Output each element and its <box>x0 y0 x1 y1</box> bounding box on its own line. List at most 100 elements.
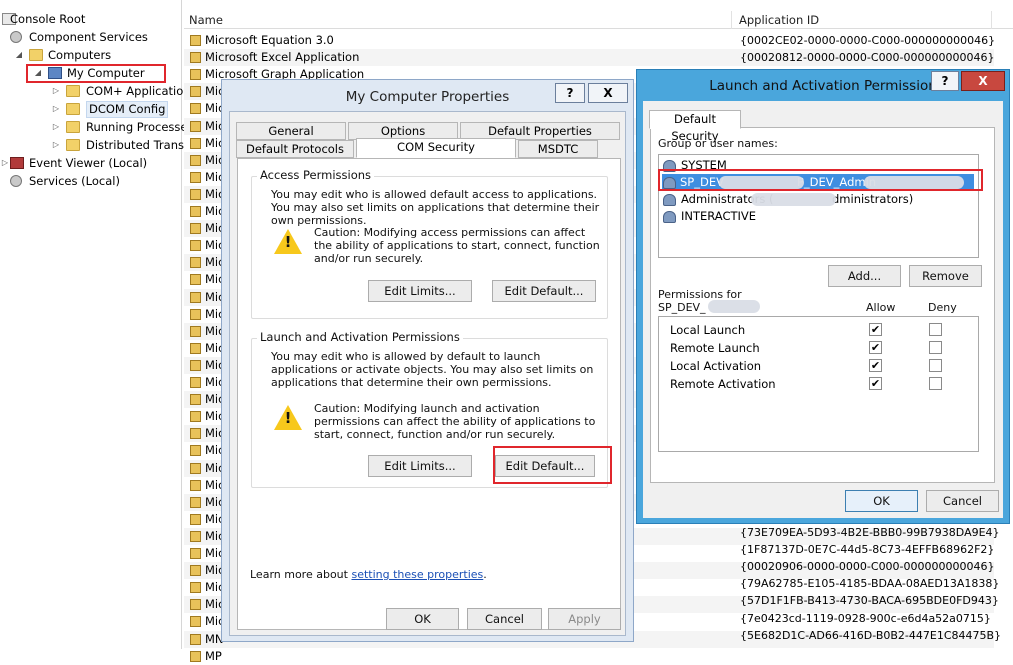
package-icon <box>190 479 201 491</box>
package-icon <box>190 171 201 183</box>
allow-checkbox[interactable]: ✔ <box>869 377 882 390</box>
deny-checkbox[interactable] <box>929 323 942 336</box>
tree-item-services[interactable]: Services (Local) <box>0 172 180 190</box>
tree-label: Component Services <box>29 30 148 44</box>
user-row-interactive[interactable]: INTERACTIVE <box>663 208 973 225</box>
list-item-appid: {1F87137D-0E7C-44d5-8C73-4EFFB68962F2} <box>740 543 995 557</box>
package-icon <box>190 308 201 320</box>
highlight-box <box>493 446 612 484</box>
list-item-appid: {0002CE02-0000-0000-C000-000000000046} <box>740 34 996 47</box>
tab-default-security[interactable]: Default Security <box>649 110 741 143</box>
deny-checkbox[interactable] <box>929 377 942 390</box>
tab-com-security[interactable]: COM Security <box>356 138 516 158</box>
launch-caution: Caution: Modifying launch and activation… <box>314 402 596 441</box>
tree-label: Running Processe <box>86 120 188 134</box>
expand-arrow-icon[interactable]: ▷ <box>0 154 10 172</box>
column-name-header[interactable]: Name <box>184 11 732 29</box>
package-icon <box>190 69 201 81</box>
tree-item-computers[interactable]: ◢ Computers <box>0 46 180 64</box>
deny-checkbox[interactable] <box>929 341 942 354</box>
users-icon <box>663 211 676 223</box>
remove-button[interactable]: Remove <box>909 265 982 287</box>
com-security-panel: Access Permissions You may edit who is a… <box>237 158 621 630</box>
list-header: Name Application ID <box>184 11 1013 29</box>
package-icon <box>190 530 201 542</box>
apply-button[interactable]: Apply <box>548 608 621 630</box>
list-item-appid: {79A62785-E105-4185-BDAA-08AED13A1838} <box>740 577 1000 591</box>
event-viewer-icon <box>10 157 24 169</box>
ok-button[interactable]: OK <box>386 608 459 630</box>
allow-header: Allow <box>866 301 896 314</box>
launch-edit-limits-button[interactable]: Edit Limits... <box>368 455 472 477</box>
close-button[interactable]: X <box>961 71 1005 91</box>
package-icon <box>190 257 201 269</box>
permissions-list: Local Launch ✔ Remote Launch ✔ Local Activat… <box>658 316 979 452</box>
expand-arrow-icon[interactable]: ▷ <box>51 118 61 136</box>
allow-checkbox[interactable]: ✔ <box>869 341 882 354</box>
cancel-button[interactable]: Cancel <box>926 490 999 512</box>
expand-arrow-icon[interactable]: ▷ <box>51 100 61 118</box>
tree-item-running-processes[interactable]: ▷ Running Processe <box>0 118 188 136</box>
close-button[interactable]: X <box>588 83 628 103</box>
dialog-body: General Options Default Properties Defau… <box>229 111 626 636</box>
package-icon <box>190 599 201 611</box>
package-icon <box>190 633 201 645</box>
deny-checkbox[interactable] <box>929 359 942 372</box>
list-item-appid: {00020812-0000-0000-C000-000000000046} <box>740 51 995 65</box>
expand-arrow-icon[interactable]: ▷ <box>51 82 61 100</box>
package-icon <box>190 325 201 337</box>
expand-arrow-icon[interactable]: ▷ <box>51 136 61 154</box>
gear-icon <box>10 31 22 43</box>
warning-mark: ! <box>284 233 292 251</box>
tree-item-event-viewer[interactable]: ▷ Event Viewer (Local) <box>0 154 180 172</box>
cancel-button[interactable]: Cancel <box>467 608 542 630</box>
list-item-appid: {00020906-0000-0000-C000-000000000046} <box>740 560 995 574</box>
column-appid-header[interactable]: Application ID <box>734 11 992 29</box>
tab-general[interactable]: General <box>236 122 346 140</box>
tree-label: Event Viewer (Local) <box>29 156 148 170</box>
help-button[interactable]: ? <box>931 71 959 91</box>
list-item-appid: {73E709EA-5D93-4B2E-BBB0-99B7938DA9E4} <box>740 526 1000 539</box>
redaction-blur <box>751 193 836 206</box>
package-icon <box>190 342 201 354</box>
tree-label: DCOM Config <box>86 101 169 118</box>
highlight-box <box>658 169 983 191</box>
access-edit-limits-button[interactable]: Edit Limits... <box>368 280 472 302</box>
access-edit-default-button[interactable]: Edit Default... <box>492 280 596 302</box>
learn-more-prefix: Learn more about <box>250 568 352 581</box>
list-item[interactable]: MP <box>184 648 994 665</box>
add-button[interactable]: Add... <box>828 265 901 287</box>
tree-item-dcom-config[interactable]: ▷ DCOM Config <box>0 100 180 118</box>
ok-button[interactable]: OK <box>845 490 918 512</box>
tree-label: Services (Local) <box>29 174 120 188</box>
access-description: You may edit who is allowed default acce… <box>271 188 600 227</box>
permission-name: Local Activation <box>670 359 762 373</box>
permission-name: Remote Launch <box>670 341 760 355</box>
package-icon <box>190 411 201 423</box>
allow-checkbox[interactable]: ✔ <box>869 323 882 336</box>
permission-row: Remote Launch ✔ <box>659 339 977 357</box>
help-button[interactable]: ? <box>555 83 585 103</box>
tree-item-distributed-transactions[interactable]: ▷ Distributed Trans <box>0 136 184 154</box>
list-item-appid: {5E682D1C-AD66-416D-B0B2-447E1C84475B} <box>740 628 1002 642</box>
my-computer-properties-dialog: My Computer Properties ? X General Optio… <box>221 79 634 642</box>
package-icon <box>190 35 201 46</box>
folder-icon <box>66 103 80 115</box>
collapse-arrow-icon[interactable]: ◢ <box>14 46 24 64</box>
highlight-box <box>26 64 166 83</box>
package-icon <box>190 223 201 235</box>
tree-item-com-plus[interactable]: ▷ COM+ Applicatio <box>0 82 183 100</box>
package-icon <box>190 120 201 132</box>
tab-default-protocols[interactable]: Default Protocols <box>236 140 354 158</box>
tab-msdtc[interactable]: MSDTC <box>518 140 598 158</box>
tree-item-console-root[interactable]: Console Root <box>0 10 180 28</box>
list-item-name: Microsoft Equation 3.0 <box>205 33 334 47</box>
gear-icon <box>10 175 22 187</box>
folder-icon <box>66 85 80 97</box>
learn-more-text: Learn more about setting these propertie… <box>250 568 610 581</box>
tree-item-component-services[interactable]: Component Services <box>0 28 180 46</box>
package-icon <box>190 103 201 115</box>
package-icon <box>190 52 201 64</box>
allow-checkbox[interactable]: ✔ <box>869 359 882 372</box>
setting-these-properties-link[interactable]: setting these properties <box>351 568 483 581</box>
